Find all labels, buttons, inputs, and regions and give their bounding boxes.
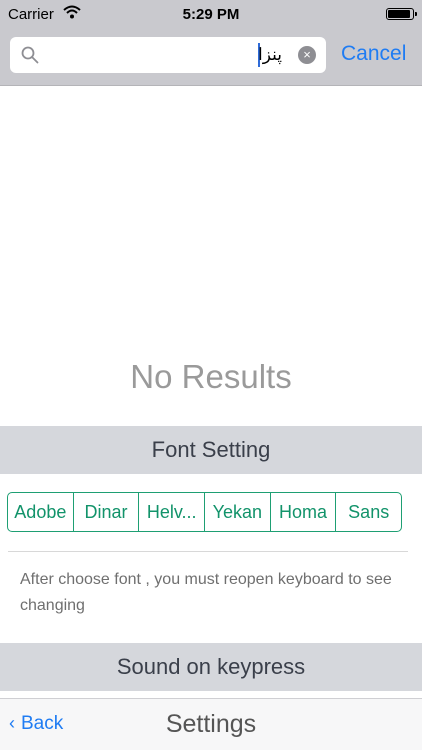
font-option-yekan[interactable]: Yekan	[205, 493, 271, 531]
search-results: No Results	[0, 86, 422, 426]
font-option-homa[interactable]: Homa	[271, 493, 337, 531]
status-time: 5:29 PM	[182, 6, 240, 23]
clear-icon[interactable]: ×	[298, 46, 316, 64]
search-icon	[21, 46, 39, 69]
font-selector: Adobe Dinar Helv... Yekan Homa Sans	[7, 492, 402, 532]
cancel-button[interactable]: Cancel	[341, 42, 406, 66]
bottom-bar: ‹ Back Settings	[0, 698, 422, 750]
divider	[8, 551, 408, 552]
page-title: Settings	[165, 710, 257, 738]
font-option-sans[interactable]: Sans	[336, 493, 401, 531]
font-option-dinar[interactable]: Dinar	[74, 493, 140, 531]
font-note: After choose font , you must reopen keyb…	[20, 571, 392, 614]
status-bar: Carrier 5:29 PM	[0, 0, 422, 30]
search-bar: پنزا × Cancel	[0, 30, 422, 86]
search-input[interactable]: پنزا ×	[10, 37, 326, 73]
font-option-adobe[interactable]: Adobe	[8, 493, 74, 531]
font-setting-header: Font Setting	[0, 426, 422, 474]
sound-setting-header: Sound on keypress	[0, 643, 422, 691]
font-option-helvetica[interactable]: Helv...	[139, 493, 206, 531]
no-results-message: No Results	[130, 358, 292, 395]
battery-icon	[386, 8, 417, 20]
search-query: پنزا	[258, 45, 282, 64]
font-setting-panel: Adobe Dinar Helv... Yekan Homa Sans Afte…	[0, 474, 422, 643]
